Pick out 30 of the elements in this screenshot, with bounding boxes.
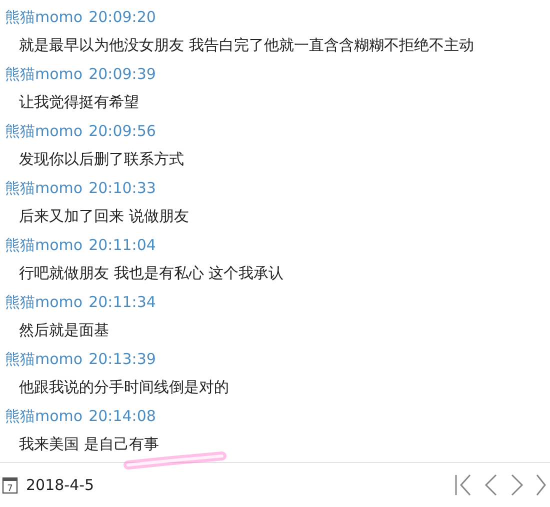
message-text: 然后就是面基 [19,320,109,342]
message-time: 20:09:56 [88,120,156,142]
sender-name: 熊猫momo [5,120,83,142]
message-text: 他跟我说的分手时间线倒是对的 [19,377,229,398]
message-text: 让我觉得挺有希望 [19,92,139,114]
sender-name: 熊猫momo [5,234,83,256]
message-time: 20:10:33 [88,178,156,199]
message-text: 就是最早以为他没女朋友 我告白完了他就一直含含糊糊不拒绝不主动 [19,35,474,56]
sender-name: 熊猫momo [5,64,83,85]
next-page-icon[interactable] [510,474,524,496]
message-time: 20:11:04 [88,234,156,256]
calendar-icon[interactable]: 7 [2,476,18,494]
sender-name: 熊猫momo [5,178,83,199]
first-page-icon[interactable] [454,474,472,496]
message-text: 我来美国 是自己有事 [19,434,159,456]
message-time: 20:09:39 [88,64,156,85]
message-time: 20:09:20 [88,6,156,28]
message-text: 发现你以后删了联系方式 [19,149,184,170]
date-label: 2018-4-5 [26,474,94,496]
message-text: 后来又加了回来 说做朋友 [19,206,189,228]
sender-name: 熊猫momo [5,348,83,370]
last-page-icon[interactable] [536,474,546,496]
sender-name: 熊猫momo [5,292,83,313]
previous-page-icon[interactable] [484,474,498,496]
sender-name: 熊猫momo [5,6,83,28]
sender-name: 熊猫momo [5,406,83,427]
message-text: 行吧就做朋友 我也是有私心 这个我承认 [19,263,284,284]
message-time: 20:14:08 [88,406,156,427]
message-time: 20:13:39 [88,348,156,370]
message-time: 20:11:34 [88,292,156,313]
